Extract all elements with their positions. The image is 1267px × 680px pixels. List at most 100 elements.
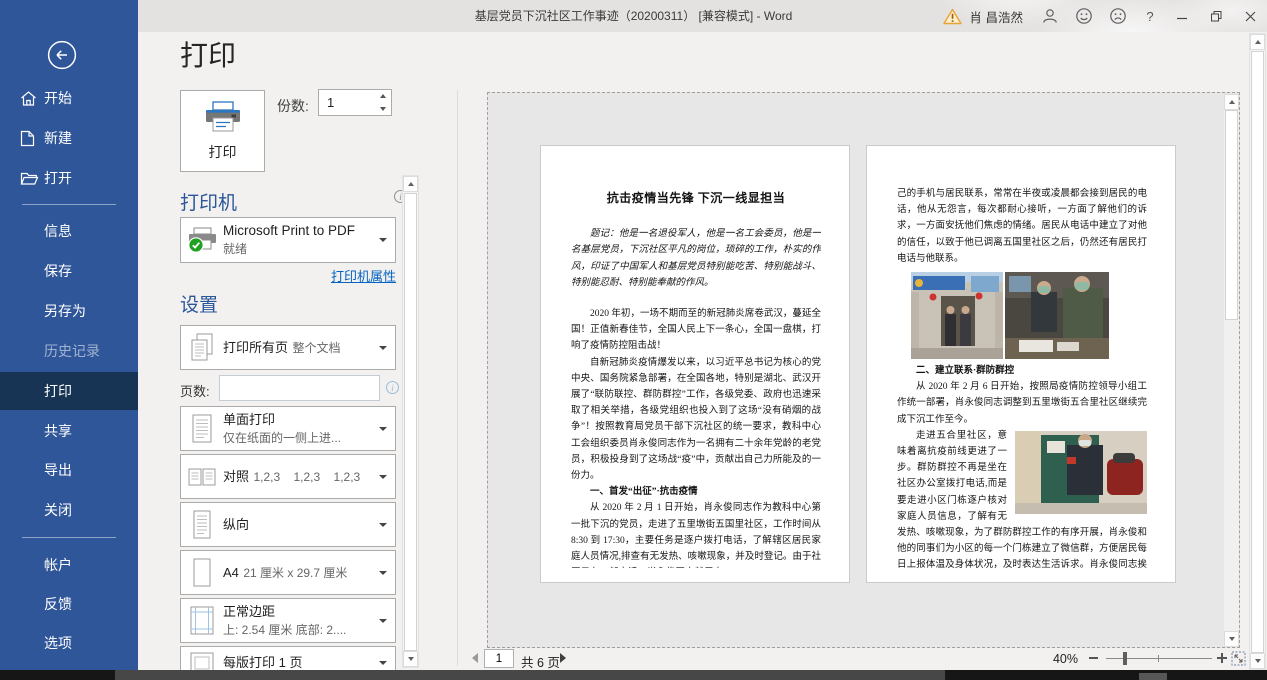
collation-dropdown[interactable]: 对照 1,2,3 1,2,3 1,2,3 [180,454,396,499]
scroll-down-button[interactable] [1250,653,1265,669]
sidebar-item-label: 打开 [44,168,72,188]
copies-label: 份数: [277,96,309,116]
scrollbar-thumb[interactable] [1251,51,1264,653]
copies-input[interactable] [319,90,373,115]
title-bar: 肖 昌浩然 ? [138,0,1267,32]
previous-page-button[interactable] [472,653,478,663]
orientation-dropdown[interactable]: 纵向 [180,502,396,547]
account-person-icon[interactable] [1033,0,1067,32]
sidebar-item-print[interactable]: 打印 [0,372,138,410]
sidebar-item-feedback[interactable]: 反馈 [0,585,138,623]
print-range-value: 打印所有页 [223,340,288,355]
up-arrow-icon [380,94,386,98]
account-user-name[interactable]: 肖 昌浩然 [970,7,1023,26]
paper-size-dropdown[interactable]: A4 21 厘米 x 29.7 厘米 [180,550,396,595]
printer-icon [202,101,244,135]
settings-scrollbar[interactable] [402,175,419,668]
printer-select-dropdown[interactable]: Microsoft Print to PDF 就绪 [180,217,396,263]
print-button-label: 打印 [209,142,237,162]
current-page-input[interactable] [484,649,514,668]
preview-scrollbar[interactable] [1224,94,1239,647]
minimize-button[interactable] [1165,0,1199,32]
down-arrow-icon [1255,659,1261,663]
pages-range-input[interactable] [219,375,380,401]
print-sides-value: 单面打印 [223,412,275,427]
smiley-sad-icon[interactable] [1101,0,1135,32]
smiley-happy-icon[interactable] [1067,0,1101,32]
doc-heading: 二、建立联系·群防群控 [897,363,1147,379]
sidebar-item-home[interactable]: 开始 [0,79,138,117]
printer-section-heading: 打印机 [180,188,237,215]
scroll-down-button[interactable] [403,651,418,667]
doc-heading: 一、首发“出征”·抗击疫情 [571,484,821,500]
photo-door-notice-posting [1015,431,1147,514]
scroll-up-button[interactable] [1250,34,1265,50]
taskbar-app-segment [115,670,945,680]
total-pages-label: 共 6 页 [521,652,560,671]
margins-dropdown[interactable]: 正常边距 上: 2.54 厘米 底部: 2.... [180,598,396,643]
warning-icon[interactable] [943,0,962,32]
up-arrow-icon [1229,100,1235,104]
photo-desk-phone-check [1005,272,1109,359]
scroll-up-button[interactable] [403,176,418,192]
print-button[interactable]: 打印 [180,90,265,172]
margins-desc: 上: 2.54 厘米 底部: 2.... [223,623,346,637]
printer-name: Microsoft Print to PDF [223,223,355,238]
up-arrow-icon [408,182,414,186]
all-pages-icon [181,332,223,364]
doc-paragraph: 走进五合里社区，意味着离抗疫前线更进了一步。群防群控不再是坐在社区办公室拨打电话… [897,428,1147,568]
back-button[interactable] [47,40,77,70]
copies-decrement-button[interactable] [375,103,391,116]
close-button[interactable] [1233,0,1267,32]
scrollbar-thumb[interactable] [404,193,417,651]
doc-paragraph: 2020 年初，一场不期而至的新冠肺炎席卷武汉，蔓延全国！正值新春佳节，全国人民… [571,306,821,355]
sidebar-item-share[interactable]: 共享 [0,412,138,450]
print-sides-desc: 仅在纸面的一侧上进... [223,431,341,445]
zoom-slider-track[interactable] [1106,658,1212,659]
chevron-down-icon [379,571,387,575]
chevron-down-icon [379,619,387,623]
scrollbar-thumb[interactable] [1225,110,1238,320]
copies-increment-button[interactable] [375,90,391,103]
pages-label: 页数: [180,381,210,400]
sidebar-item-save[interactable]: 保存 [0,252,138,290]
down-arrow-icon [380,107,386,111]
zoom-level-label[interactable]: 40% [1040,652,1078,666]
zoom-to-page-button[interactable] [1231,651,1246,666]
chevron-down-icon [379,238,387,242]
sidebar-item-save-as[interactable]: 另存为 [0,292,138,330]
sidebar-divider [22,204,116,205]
zoom-slider-handle[interactable] [1123,652,1127,665]
sidebar-item-open[interactable]: 打开 [0,159,138,197]
doc-photo-row [911,272,1147,359]
sidebar-item-new[interactable]: 新建 [0,119,138,157]
sidebar-item-export[interactable]: 导出 [0,451,138,489]
zoom-in-button[interactable] [1217,653,1227,663]
copies-stepper [318,89,392,116]
print-range-dropdown[interactable]: 打印所有页 整个文档 [180,325,396,370]
pages-info-icon[interactable]: i [386,381,399,394]
help-button[interactable]: ? [1135,0,1165,32]
sidebar-item-options[interactable]: 选项 [0,624,138,662]
zoom-out-button[interactable] [1089,657,1098,659]
sidebar-item-account[interactable]: 帐户 [0,546,138,584]
taskbar-edge [0,670,1267,680]
backstage-scrollbar[interactable] [1249,33,1266,670]
next-page-button[interactable] [560,653,566,663]
printer-properties-link[interactable]: 打印机属性 [180,266,396,285]
restore-button[interactable] [1199,0,1233,32]
panel-divider [457,90,458,666]
collation-value: 对照 [223,469,249,484]
printer-status: 就绪 [223,242,247,256]
sidebar-item-close[interactable]: 关闭 [0,491,138,529]
doc-paragraph: 从 2020 年 2 月 6 日开始，按照局疫情防控领导小组工作统一部署，肖永俊… [897,379,1147,428]
scroll-up-button[interactable] [1224,94,1239,110]
preview-page-2: 己的手机与居民联系，常常在半夜或凌晨都会接到居民的电话，他从无怨言，每次都耐心接… [866,145,1176,583]
print-range-desc: 整个文档 [292,341,340,355]
doc-intro: 题记：他是一名退役军人，他是一名工会委员，他是一名基层党员，下沉社区平凡的岗位，… [571,226,821,291]
print-sides-dropdown[interactable]: 单面打印 仅在纸面的一侧上进... [180,406,396,451]
photo-community-center-entrance [911,272,1003,359]
chevron-down-icon [379,427,387,431]
scroll-down-button[interactable] [1224,631,1239,647]
sidebar-item-info[interactable]: 信息 [0,212,138,250]
